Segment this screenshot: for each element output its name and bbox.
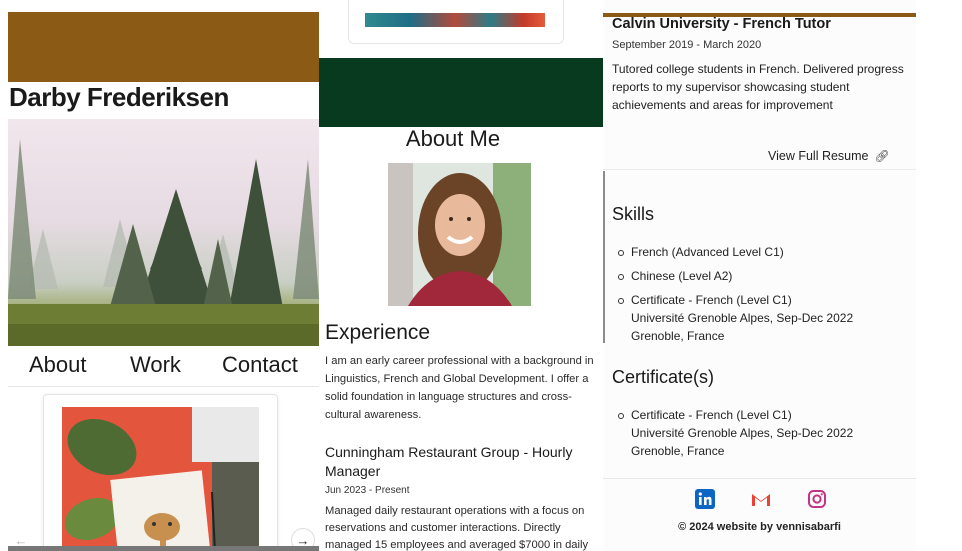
social-links (691, 489, 831, 511)
footer-divider (603, 478, 916, 479)
about-banner (319, 58, 603, 127)
link-icon: 🔗︎ (874, 149, 890, 163)
footer-copyright: © 2024 website by vennisabarfi (678, 521, 841, 533)
divider (603, 169, 916, 170)
experience-heading: Experience (325, 321, 431, 344)
linkedin-icon[interactable] (695, 489, 715, 509)
view-full-resume-link[interactable]: View Full Resume 🔗︎ (768, 149, 890, 163)
job-dates: September 2019 - March 2020 (612, 39, 762, 51)
job-description: Managed daily restaurant operations with… (325, 505, 589, 551)
portfolio-home-panel: Darby Frederiksen About Work Contact ← → (8, 0, 319, 551)
skills-heading: Skills (612, 204, 655, 224)
nav-contact[interactable]: Contact (222, 352, 298, 378)
list-item: French (Advanced Level C1) (612, 243, 912, 261)
list-item: Certificate - French (Level C1) Universi… (612, 406, 912, 460)
painting-thumbnail-image (365, 13, 545, 27)
job-title: Cunningham Restaurant Group - Hourly Man… (325, 444, 573, 479)
list-item: Certificate - French (Level C1) Universi… (612, 291, 912, 345)
profile-photo (388, 163, 531, 306)
list-item: Chinese (Level A2) (612, 267, 912, 285)
hero-forest-image (8, 119, 319, 346)
giraffe-artwork-image (62, 407, 259, 551)
instagram-icon[interactable] (807, 489, 827, 509)
about-panel: About Me Experience I am an early career… (319, 0, 603, 551)
resume-link-label: View Full Resume (768, 149, 869, 163)
job-dates: Jun 2023 - Present (325, 485, 410, 496)
gmail-icon[interactable] (751, 489, 771, 509)
resume-panel: Calvin University - French Tutor Septemb… (603, 0, 916, 551)
site-owner-name: Darby Frederiksen (9, 82, 229, 112)
experience-summary: I am an early career professional with a… (325, 355, 594, 421)
about-heading: About Me (405, 126, 501, 151)
skills-list: French (Advanced Level C1) Chinese (Leve… (612, 243, 912, 351)
main-nav: About Work Contact (8, 346, 319, 387)
project-card[interactable] (348, 0, 564, 44)
vertical-scrollbar[interactable] (603, 171, 605, 343)
project-carousel-card[interactable] (43, 394, 278, 551)
job-title: Calvin University - French Tutor (612, 16, 831, 32)
job-description: Tutored college students in French. Deli… (612, 62, 904, 112)
certificates-heading: Certificate(s) (612, 367, 715, 387)
horizontal-scrollbar[interactable] (8, 546, 319, 551)
header-banner (8, 12, 319, 82)
nav-work[interactable]: Work (130, 352, 181, 378)
nav-about[interactable]: About (29, 352, 87, 378)
certificates-list: Certificate - French (Level C1) Universi… (612, 406, 912, 466)
